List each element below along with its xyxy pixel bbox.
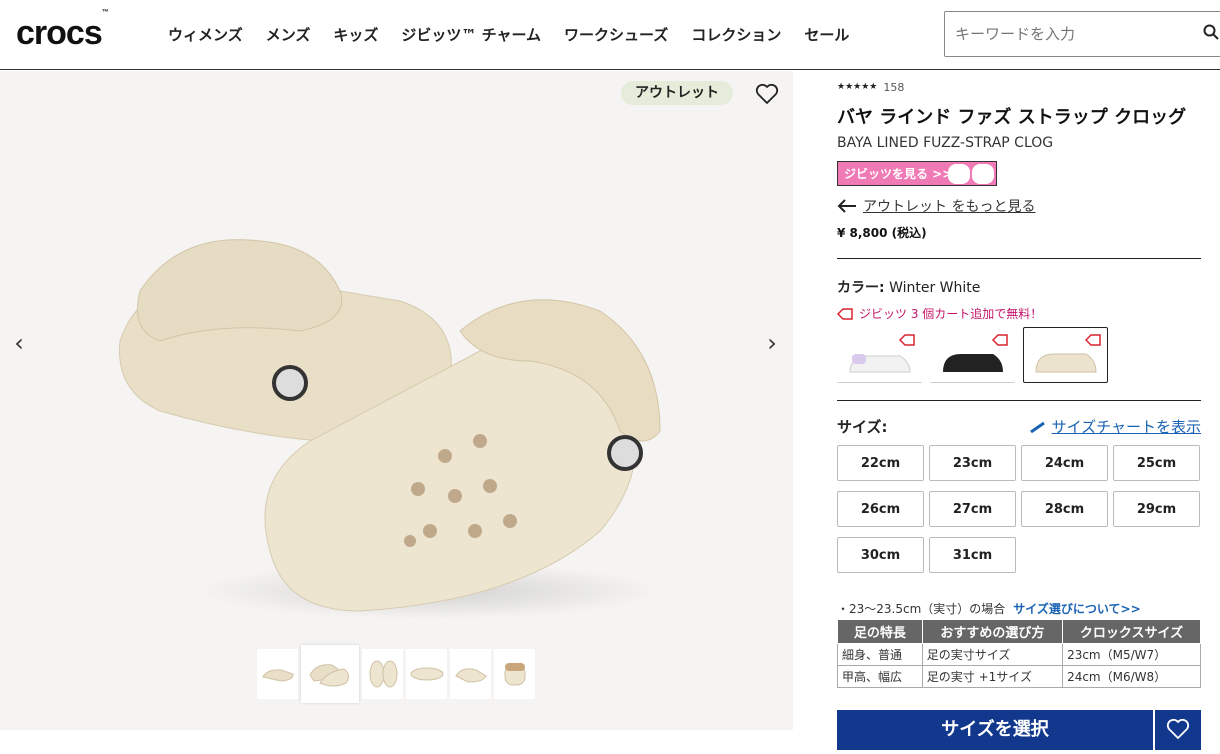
rating[interactable]: ★★★★★ 158 (837, 80, 1201, 94)
size-button[interactable]: 31cm (929, 537, 1016, 573)
arrow-left-icon (837, 199, 856, 213)
table-header: クロックスサイズ (1062, 619, 1201, 644)
color-swatch[interactable] (930, 327, 1015, 383)
table-cell: 24cm（M6/W8） (1062, 665, 1201, 688)
tag-icon (992, 334, 1008, 346)
ruler-icon (1029, 421, 1045, 433)
size-button[interactable]: 28cm (1021, 491, 1108, 527)
prev-image-arrow[interactable]: ‹ (4, 329, 34, 357)
product-title: バヤ ラインド ファズ ストラップ クロッグ (837, 107, 1187, 128)
outlet-badge: アウトレット (621, 81, 733, 105)
add-favorite-button[interactable] (1155, 710, 1201, 750)
promo-text: ジビッツ 3 個カート追加で無料！ (859, 307, 1043, 321)
thumbnail[interactable] (406, 649, 447, 699)
thumbnail[interactable] (494, 649, 535, 699)
color-value: Winter White (889, 280, 981, 296)
nav-work-shoes[interactable]: ワークシューズ (564, 24, 668, 45)
jibbitz-charm-icon (948, 164, 994, 184)
nav-womens[interactable]: ウィメンズ (168, 24, 243, 45)
product-image (119, 239, 661, 619)
size-chart-label: サイズチャートを表示 (1051, 418, 1201, 436)
product-subtitle: BAYA LINED FUZZ-STRAP CLOG (837, 135, 1054, 151)
table-cell: 足の実寸サイズ (921, 643, 1064, 666)
jibbitz-banner[interactable]: ジビッツを見る >> (837, 161, 997, 186)
color-swatch-selected[interactable] (1023, 327, 1108, 383)
product-gallery: アウトレット ‹ › (0, 71, 793, 730)
table-header: 足の特長 (837, 619, 923, 644)
size-guide-link[interactable]: サイズ選びについて>> (1013, 602, 1140, 616)
site-header: crocs™ ウィメンズ メンズ キッズ ジビッツ™ チャーム ワークシューズ … (0, 0, 1220, 70)
table-cell: 23cm（M5/W7） (1062, 643, 1201, 666)
nav-mens[interactable]: メンズ (266, 24, 311, 45)
nav-sale[interactable]: セール (804, 24, 849, 45)
color-label: カラー: (837, 280, 885, 296)
search-icon[interactable] (1203, 24, 1219, 40)
outlet-link[interactable]: アウトレット をもっと見る (837, 196, 1201, 216)
thumbnail[interactable] (362, 649, 403, 699)
heart-icon[interactable] (755, 83, 779, 105)
size-button[interactable]: 29cm (1113, 491, 1200, 527)
heart-icon (1166, 718, 1190, 740)
nav-jibbitz[interactable]: ジビッツ™ チャーム (401, 24, 541, 45)
tag-icon (899, 334, 915, 346)
tag-icon (1085, 334, 1101, 346)
size-header: サイズ: サイズチャートを表示 (837, 416, 1201, 437)
tag-icon (837, 307, 853, 320)
promo-message: ジビッツ 3 個カート追加で無料！ (837, 305, 1201, 322)
table-cell: 足の実寸 +1サイズ (921, 665, 1064, 688)
table-row: 細身、普通 足の実寸サイズ 23cm（M5/W7） (837, 643, 1201, 666)
product-details: ★★★★★ 158 バヤ ラインド ファズ ストラップ クロッグ BAYA LI… (837, 80, 1201, 688)
size-grid: 22cm 23cm 24cm 25cm 26cm 27cm 28cm 29cm … (837, 445, 1201, 573)
main-nav: ウィメンズ メンズ キッズ ジビッツ™ チャーム ワークシューズ コレクション … (168, 24, 849, 45)
thumbnail-strip (257, 645, 535, 703)
size-button[interactable]: 27cm (929, 491, 1016, 527)
price: ¥ 8,800 (税込) (837, 224, 1201, 259)
size-button[interactable]: 24cm (1021, 445, 1108, 481)
nav-kids[interactable]: キッズ (333, 24, 378, 45)
table-cell: 甲高、幅広 (837, 665, 923, 688)
nav-collection[interactable]: コレクション (691, 24, 781, 45)
search-input[interactable] (945, 12, 1195, 56)
color-swatch[interactable] (837, 327, 922, 383)
size-note: ・23〜23.5cm（実寸）の場合 サイズ選びについて>> (837, 600, 1201, 617)
thumbnail[interactable] (257, 649, 298, 699)
size-button[interactable]: 22cm (837, 445, 924, 481)
size-table: 足の特長 おすすめの選び方 クロックスサイズ 細身、普通 足の実寸サイズ 23c… (837, 619, 1201, 688)
search-box (944, 11, 1220, 57)
thumbnail[interactable] (450, 649, 491, 699)
size-button[interactable]: 30cm (837, 537, 924, 573)
size-note-text: ・23〜23.5cm（実寸）の場合 (837, 602, 1006, 616)
color-row: カラー: Winter White (837, 277, 1201, 297)
size-button[interactable]: 23cm (929, 445, 1016, 481)
table-row: 甲高、幅広 足の実寸 +1サイズ 24cm（M6/W8） (837, 665, 1201, 688)
size-button[interactable]: 25cm (1113, 445, 1200, 481)
size-button[interactable]: 26cm (837, 491, 924, 527)
rating-count: 158 (883, 80, 905, 94)
size-label: サイズ: (837, 418, 888, 436)
color-swatches (837, 327, 1201, 401)
size-chart-link[interactable]: サイズチャートを表示 (1029, 416, 1201, 437)
outlet-link-label: アウトレット をもっと見る (863, 199, 1036, 215)
crocs-logo[interactable]: crocs™ (16, 9, 109, 53)
table-cell: 細身、普通 (837, 643, 923, 666)
star-rating-icon: ★★★★★ (837, 82, 878, 92)
table-header-row: 足の特長 おすすめの選び方 クロックスサイズ (837, 619, 1201, 644)
jibbitz-banner-label: ジビッツを見る >> (844, 167, 953, 181)
table-header: おすすめの選び方 (921, 619, 1064, 644)
select-size-button[interactable]: サイズを選択 (837, 710, 1153, 750)
next-image-arrow[interactable]: › (757, 329, 787, 357)
thumbnail[interactable] (301, 645, 359, 703)
